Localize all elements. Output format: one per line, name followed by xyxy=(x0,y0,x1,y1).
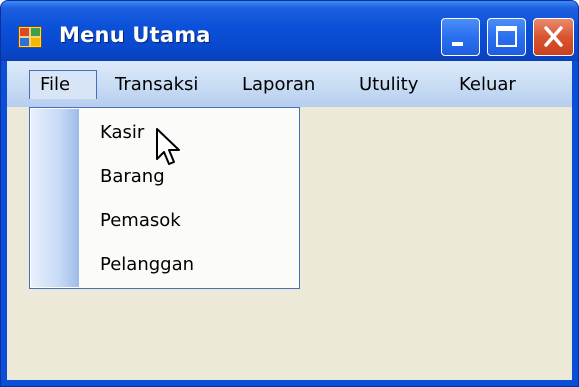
dropdown-image-margin xyxy=(31,109,79,287)
main-window: Menu Utama File Transaksi Laporan Utulit… xyxy=(0,0,579,387)
menu-file[interactable]: File xyxy=(29,70,97,99)
menu-item-kasir[interactable]: Kasir xyxy=(100,122,144,143)
client-area: File Transaksi Laporan Utulity Keluar Ka… xyxy=(7,61,572,380)
menu-laporan[interactable]: Laporan xyxy=(232,70,325,99)
app-icon xyxy=(18,26,42,48)
menu-bar: File Transaksi Laporan Utulity Keluar xyxy=(7,61,572,107)
close-button[interactable] xyxy=(533,18,574,56)
title-bar[interactable]: Menu Utama xyxy=(1,1,578,61)
menu-item-pelanggan[interactable]: Pelanggan xyxy=(100,254,194,275)
maximize-button[interactable] xyxy=(487,18,526,56)
menu-utulity[interactable]: Utulity xyxy=(349,70,428,99)
mouse-pointer-icon xyxy=(156,128,180,165)
window-title: Menu Utama xyxy=(59,23,211,47)
menu-item-pemasok[interactable]: Pemasok xyxy=(100,210,181,231)
minimize-button[interactable] xyxy=(441,18,480,56)
close-icon xyxy=(544,26,563,47)
minimize-icon xyxy=(452,42,463,46)
maximize-icon xyxy=(496,26,517,47)
menu-keluar[interactable]: Keluar xyxy=(449,70,526,99)
menu-transaksi[interactable]: Transaksi xyxy=(105,70,208,99)
